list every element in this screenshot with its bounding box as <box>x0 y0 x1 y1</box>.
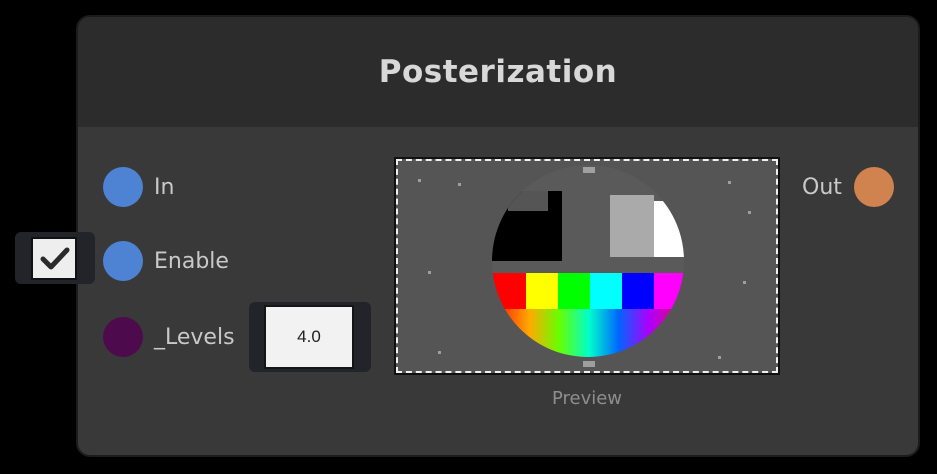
levels-input[interactable]: 4.0 <box>264 305 354 369</box>
port-out-connector[interactable] <box>853 167 894 207</box>
preview-image <box>394 157 780 375</box>
port-enable[interactable]: Enable <box>103 241 229 281</box>
port-enable-connector[interactable] <box>103 241 143 281</box>
port-levels-connector[interactable] <box>103 317 143 357</box>
port-levels[interactable]: _Levels <box>103 317 235 357</box>
levels-field-container: 4.0 <box>249 302 371 372</box>
port-enable-label: Enable <box>154 248 229 274</box>
port-out-label: Out <box>802 174 842 200</box>
port-out[interactable]: Out <box>802 167 894 207</box>
check-icon <box>40 247 70 270</box>
enable-checkbox-container <box>15 232 95 284</box>
preview-caption: Preview <box>551 388 623 409</box>
port-in-label: In <box>154 174 175 200</box>
node-header[interactable]: Posterization <box>78 17 918 127</box>
port-in[interactable]: In <box>103 167 174 207</box>
node-title: Posterization <box>378 54 618 90</box>
enable-checkbox[interactable] <box>31 237 77 280</box>
color-bars <box>492 273 684 309</box>
port-levels-label: _Levels <box>154 324 235 350</box>
test-pattern-graphic <box>398 161 776 371</box>
port-in-connector[interactable] <box>103 167 143 207</box>
